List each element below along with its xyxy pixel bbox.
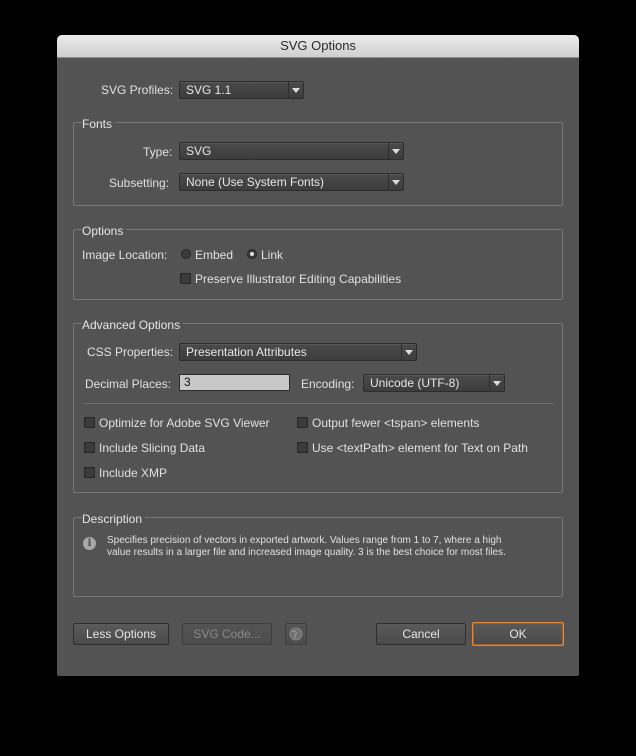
globe-icon — [289, 627, 303, 641]
subsetting-select[interactable]: None (Use System Fonts) — [179, 173, 404, 191]
include-xmp-label[interactable]: Include XMP — [99, 466, 167, 480]
embed-label[interactable]: Embed — [195, 248, 233, 262]
link-label[interactable]: Link — [261, 248, 283, 262]
chevron-down-icon — [401, 344, 416, 360]
chevron-down-icon — [388, 174, 403, 190]
font-type-value: SVG — [186, 144, 212, 158]
subsetting-value: None (Use System Fonts) — [186, 175, 325, 189]
decimal-places-input[interactable]: 3 — [179, 374, 290, 391]
chevron-down-icon — [388, 143, 403, 159]
encoding-select[interactable]: Unicode (UTF-8) — [363, 374, 505, 392]
output-fewer-tspan-checkbox[interactable] — [297, 417, 308, 428]
description-line-1: Specifies precision of vectors in export… — [107, 535, 502, 546]
font-type-select[interactable]: SVG — [179, 142, 404, 160]
include-slicing-data-label[interactable]: Include Slicing Data — [99, 441, 205, 455]
use-textpath-label[interactable]: Use <textPath> element for Text on Path — [312, 441, 528, 455]
advanced-divider — [84, 403, 553, 404]
preserve-editing-label[interactable]: Preserve Illustrator Editing Capabilitie… — [195, 272, 401, 286]
svg-profiles-value: SVG 1.1 — [186, 83, 232, 97]
link-radio[interactable] — [247, 249, 257, 259]
chevron-down-icon — [288, 82, 303, 98]
encoding-label: Encoding: — [301, 377, 355, 391]
fonts-group — [73, 122, 563, 206]
window-title: SVG Options — [57, 35, 579, 58]
preserve-editing-checkbox[interactable] — [180, 273, 191, 284]
use-textpath-checkbox[interactable] — [297, 442, 308, 453]
image-location-label: Image Location: — [82, 248, 168, 262]
fonts-group-title: Fonts — [82, 117, 116, 131]
include-xmp-checkbox[interactable] — [84, 467, 95, 478]
description-line-2: value results in a larger file and incre… — [107, 547, 506, 558]
svg-profiles-select[interactable]: SVG 1.1 — [179, 81, 304, 99]
options-group — [73, 229, 563, 300]
description-text: Specifies precision of vectors in export… — [107, 535, 559, 559]
less-options-button[interactable]: Less Options — [73, 623, 169, 645]
css-properties-label: CSS Properties: — [87, 345, 174, 359]
options-group-title: Options — [82, 224, 127, 238]
output-fewer-tspan-label[interactable]: Output fewer <tspan> elements — [312, 416, 479, 430]
decimal-places-label: Decimal Places: — [85, 377, 172, 391]
web-globe-button[interactable] — [285, 623, 307, 645]
css-properties-select[interactable]: Presentation Attributes — [179, 343, 417, 361]
include-slicing-data-checkbox[interactable] — [84, 442, 95, 453]
chevron-down-icon — [489, 375, 504, 391]
info-icon: i — [83, 537, 96, 550]
svg-options-dialog: SVG Options SVG Profiles: SVG 1.1 Fonts … — [57, 35, 579, 676]
cancel-button[interactable]: Cancel — [376, 623, 466, 645]
subsetting-label: Subsetting: — [109, 176, 170, 190]
optimize-svg-viewer-checkbox[interactable] — [84, 417, 95, 428]
encoding-value: Unicode (UTF-8) — [370, 376, 460, 390]
ok-button[interactable]: OK — [472, 622, 564, 646]
css-properties-value: Presentation Attributes — [186, 345, 307, 359]
svg-code-button[interactable]: SVG Code... — [182, 623, 272, 645]
embed-radio[interactable] — [181, 249, 191, 259]
optimize-svg-viewer-label[interactable]: Optimize for Adobe SVG Viewer — [99, 416, 270, 430]
svg-profiles-label: SVG Profiles: — [101, 83, 174, 97]
description-title: Description — [82, 512, 146, 526]
advanced-options-title: Advanced Options — [82, 318, 184, 332]
font-type-label: Type: — [143, 145, 173, 159]
